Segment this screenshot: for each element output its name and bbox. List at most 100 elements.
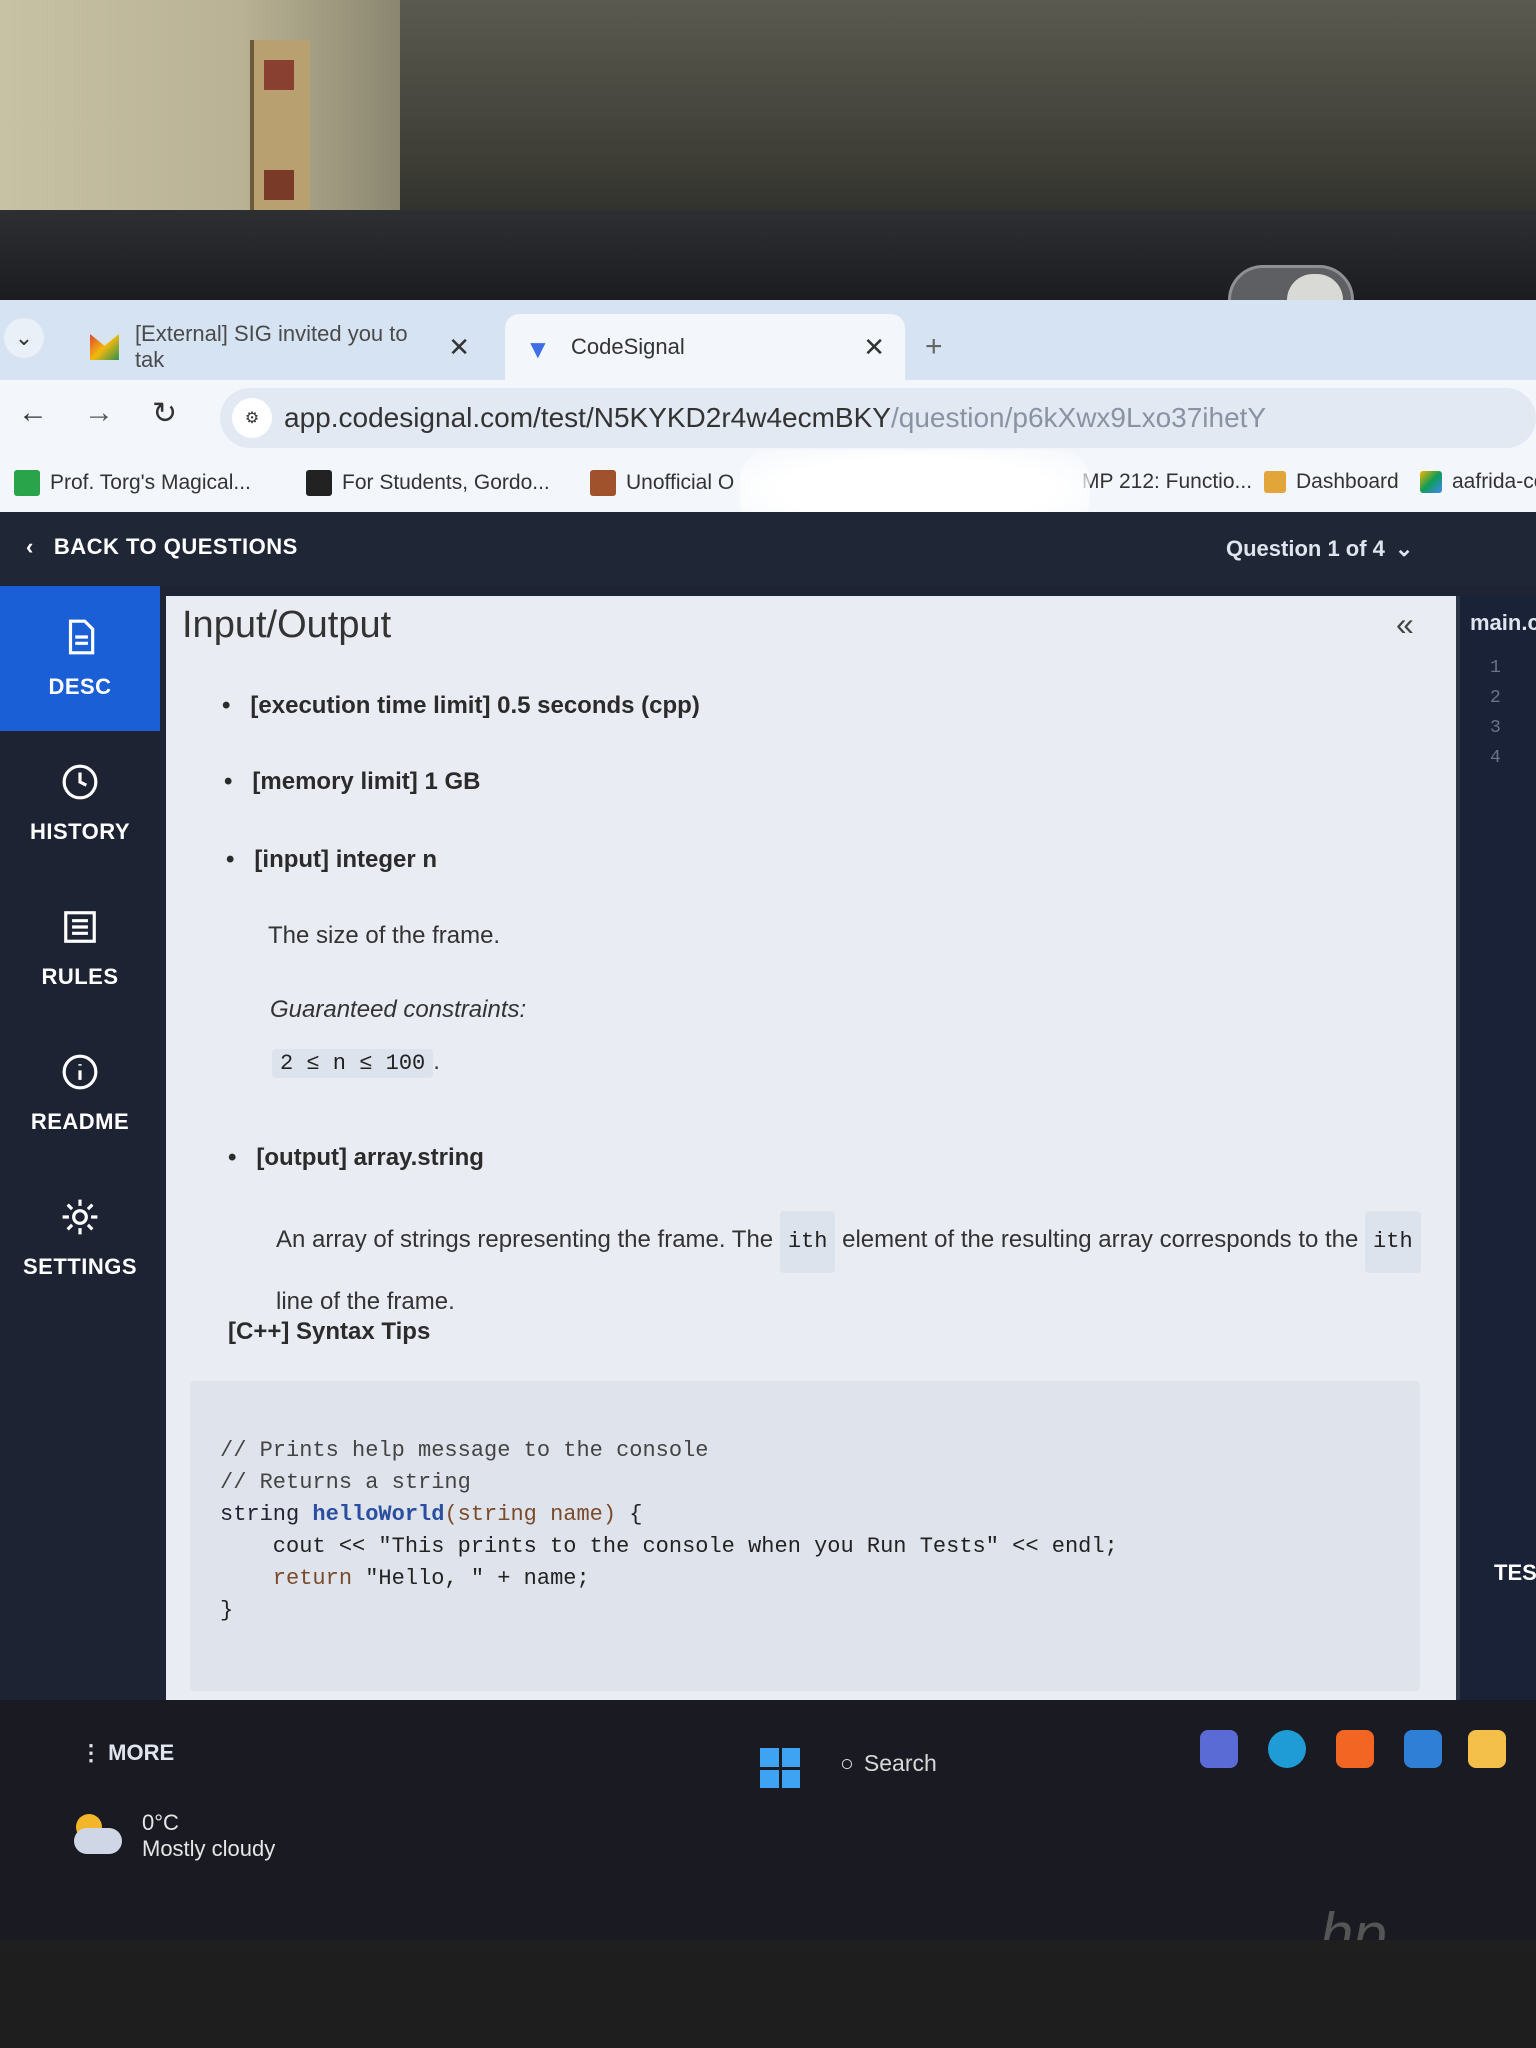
sidebar-item-settings[interactable]: SETTINGS bbox=[0, 1166, 160, 1311]
bullet-text: [memory limit] 1 GB bbox=[252, 768, 481, 795]
browser-tab-codesignal[interactable]: ▼ CodeSignal ✕ bbox=[505, 314, 905, 380]
tests-tab[interactable]: TES bbox=[1494, 1560, 1536, 1586]
clock-icon bbox=[62, 764, 98, 799]
line-number: 2 bbox=[1490, 688, 1501, 708]
close-tab-icon[interactable]: ✕ bbox=[863, 332, 885, 363]
input-description: The size of the frame. bbox=[268, 922, 501, 949]
temperature: 0°C bbox=[142, 1810, 179, 1835]
bullet-text: [output] array.string bbox=[256, 1144, 484, 1171]
back-to-questions-button[interactable]: ‹ BACK TO QUESTIONS bbox=[26, 534, 298, 560]
execution-time-limit: [execution time limit] 0.5 seconds (cpp) bbox=[222, 692, 700, 720]
output-desc-text: An array of strings representing the fra… bbox=[276, 1226, 774, 1253]
sidebar-item-label: SETTINGS bbox=[22, 1253, 137, 1279]
background-poster bbox=[250, 40, 310, 210]
code-line: // Prints help message to the console bbox=[220, 1438, 709, 1463]
chevron-left-icon: ‹ bbox=[26, 534, 34, 559]
output-spec: [output] array.string bbox=[228, 1144, 484, 1172]
code-editor-panel[interactable]: main.c 1 2 3 4 bbox=[1456, 596, 1536, 1706]
laptop-screen: ⌄ [External] SIG invited you to tak ✕ ▼ … bbox=[0, 300, 1536, 1940]
constraint-suffix: . bbox=[433, 1048, 440, 1075]
sidebar-item-label: RULES bbox=[41, 963, 119, 989]
plus-icon bbox=[14, 470, 40, 496]
dashboard-icon bbox=[1264, 471, 1286, 493]
forward-arrow-icon[interactable]: → bbox=[84, 396, 114, 430]
document-icon bbox=[68, 619, 95, 654]
hp-logo-icon: hp bbox=[1320, 1901, 1387, 1940]
question-selector-label: Question 1 of 4 bbox=[1226, 536, 1385, 561]
code-line: } bbox=[220, 1598, 234, 1623]
site-info-icon[interactable]: ⚙ bbox=[232, 398, 272, 438]
reload-icon[interactable]: ↻ bbox=[152, 396, 177, 431]
search-icon: ○ bbox=[840, 1750, 854, 1776]
bookmark-item[interactable]: MP 212: Functio... bbox=[1082, 470, 1252, 494]
sidebar-item-label: HISTORY bbox=[29, 818, 131, 844]
os-taskbar: ⋮ MORE 0°C Mostly cloudy ○ Search hp bbox=[0, 1700, 1536, 1940]
taskbar-search[interactable]: ○ Search bbox=[840, 1750, 937, 1777]
bookmark-item[interactable]: For Students, Gordo... bbox=[306, 470, 550, 496]
close-tab-icon[interactable]: ✕ bbox=[448, 332, 470, 363]
sublime-icon[interactable] bbox=[1336, 1730, 1374, 1768]
question-selector[interactable]: Question 1 of 4 ⌄ bbox=[1226, 536, 1413, 562]
ith-code: ith bbox=[779, 1211, 836, 1273]
bookmark-item[interactable]: aafrida-cor bbox=[1420, 470, 1536, 494]
search-label: Search bbox=[863, 1750, 937, 1776]
tab-label: [External] SIG invited you to tak bbox=[134, 321, 408, 372]
description-panel: Input/Output « [execution time limit] 0.… bbox=[166, 596, 1456, 1706]
mail-icon[interactable] bbox=[1404, 1730, 1442, 1768]
more-label: MORE bbox=[108, 1740, 175, 1765]
collapse-panel-icon[interactable]: « bbox=[1396, 606, 1414, 643]
gmail-icon bbox=[90, 334, 119, 360]
code-line: cout << "This prints to the console when… bbox=[220, 1534, 1118, 1559]
edge-icon[interactable] bbox=[1268, 1730, 1306, 1768]
weather-text: Mostly cloudy bbox=[142, 1836, 276, 1861]
section-title: Input/Output bbox=[182, 604, 392, 646]
ith-code: ith bbox=[1365, 1211, 1421, 1273]
sidebar-item-rules[interactable]: RULES bbox=[0, 876, 160, 1021]
line-number: 1 bbox=[1490, 658, 1501, 678]
syntax-tips-title: [C++] Syntax Tips bbox=[208, 1318, 430, 1346]
back-label: BACK TO QUESTIONS bbox=[53, 534, 298, 559]
url-field[interactable]: app.codesignal.com/test/N5KYKD2r4w4ecmBK… bbox=[220, 388, 1536, 448]
sidebar-item-label: DESC bbox=[48, 673, 112, 699]
new-tab-icon[interactable]: + bbox=[925, 330, 943, 364]
w-logo-icon bbox=[306, 470, 332, 496]
bookmark-label: aafrida-cor bbox=[1452, 470, 1536, 493]
bookmark-label: Prof. Torg's Magical... bbox=[50, 471, 251, 494]
sidebar-item-readme[interactable]: README bbox=[0, 1021, 160, 1166]
code-keyword: return bbox=[220, 1566, 353, 1591]
weather-widget[interactable]: 0°C Mostly cloudy bbox=[70, 1810, 275, 1862]
app-header: ‹ BACK TO QUESTIONS Question 1 of 4 ⌄ bbox=[0, 512, 1536, 586]
gear-icon bbox=[62, 1199, 98, 1234]
google-drive-icon bbox=[1420, 471, 1442, 493]
more-button[interactable]: ⋮ MORE bbox=[80, 1740, 174, 1766]
sidebar-item-label: README bbox=[30, 1108, 130, 1134]
memory-limit: [memory limit] 1 GB bbox=[224, 768, 480, 796]
editor-filename: main.c bbox=[1470, 610, 1536, 635]
bookmark-label: For Students, Gordo... bbox=[342, 471, 550, 494]
constraint: 2 ≤ n ≤ 100. bbox=[272, 1048, 440, 1078]
address-bar-row: ← → ↻ app.codesignal.com/test/N5KYKD2r4w… bbox=[0, 380, 1536, 456]
sidebar-item-history[interactable]: HISTORY bbox=[0, 731, 160, 876]
folder-icon bbox=[590, 470, 616, 496]
code-line: // Returns a string bbox=[220, 1470, 471, 1495]
info-icon bbox=[62, 1054, 98, 1089]
output-description: An array of strings representing the fra… bbox=[276, 1211, 1436, 1331]
chevron-down-icon: ⌄ bbox=[1394, 536, 1414, 561]
code-line: { bbox=[616, 1502, 643, 1527]
teams-icon[interactable] bbox=[1200, 1730, 1238, 1768]
windows-start-icon[interactable] bbox=[760, 1748, 800, 1788]
background-wall bbox=[0, 0, 400, 240]
sidebar-item-desc[interactable]: DESC bbox=[0, 586, 160, 731]
file-explorer-icon[interactable] bbox=[1468, 1730, 1506, 1768]
bookmark-item[interactable]: Unofficial O bbox=[590, 470, 734, 496]
bullet-text: [execution time limit] 0.5 seconds (cpp) bbox=[250, 692, 700, 719]
tab-search-chevron-icon[interactable]: ⌄ bbox=[4, 318, 44, 358]
code-params: (string name) bbox=[444, 1502, 617, 1527]
browser-tab-gmail[interactable]: [External] SIG invited you to tak ✕ bbox=[70, 314, 490, 380]
code-line: string bbox=[220, 1502, 313, 1527]
bookmark-item[interactable]: Prof. Torg's Magical... bbox=[14, 470, 251, 496]
constraints-label: Guaranteed constraints: bbox=[270, 996, 527, 1023]
bookmark-item[interactable]: Dashboard bbox=[1264, 470, 1399, 494]
back-arrow-icon[interactable]: ← bbox=[18, 396, 48, 430]
line-number: 3 bbox=[1490, 718, 1501, 738]
